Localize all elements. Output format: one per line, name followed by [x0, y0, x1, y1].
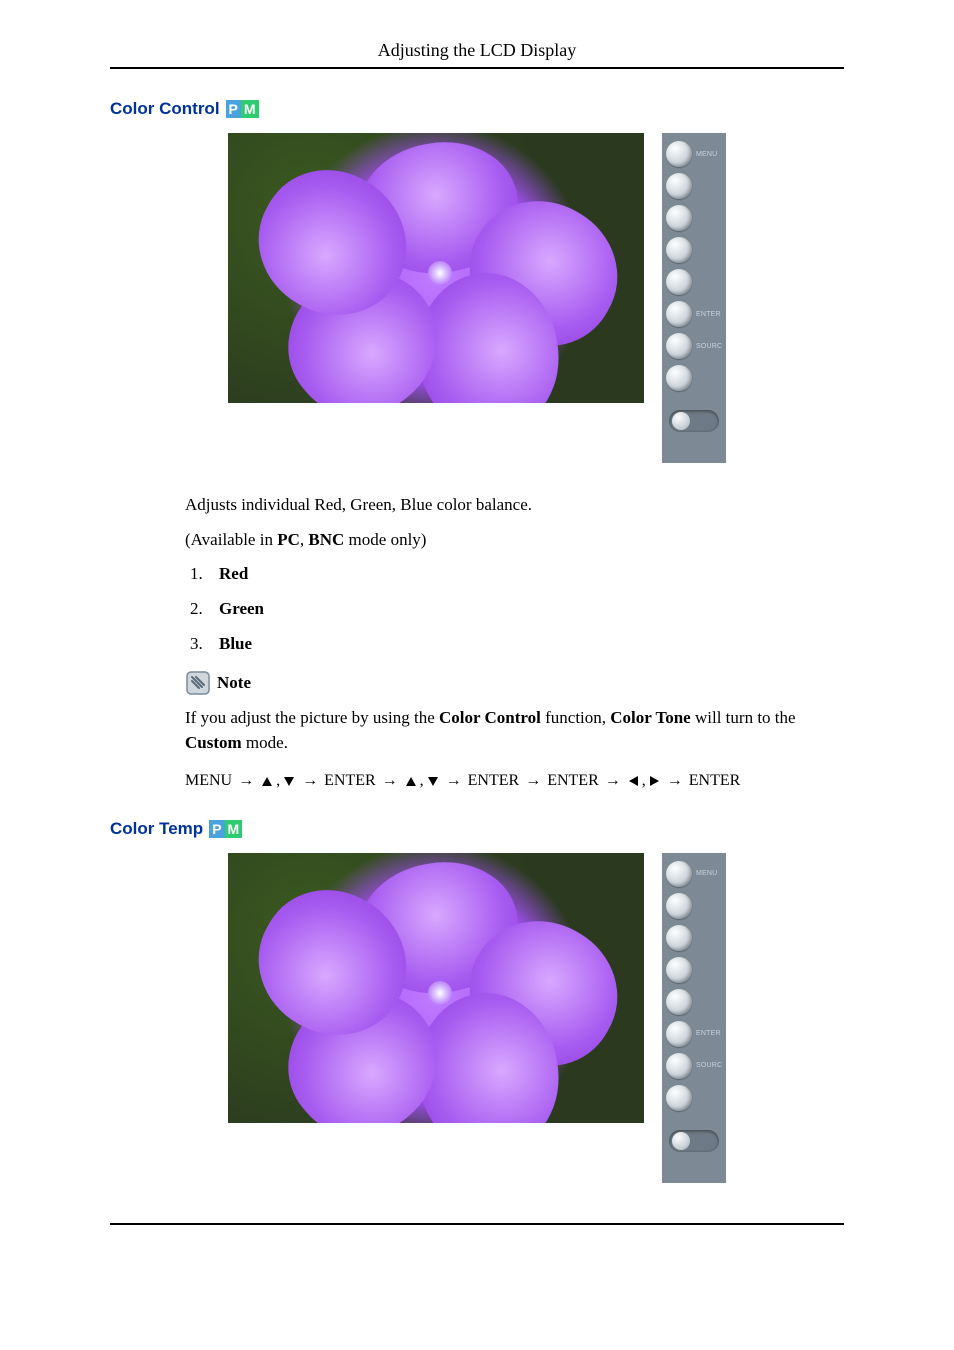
- section-heading-color-control: Color Control PM: [110, 99, 844, 119]
- enter-button-label: ENTER: [696, 1030, 721, 1037]
- heading-text: Color Temp: [110, 819, 203, 839]
- control-button-5[interactable]: [666, 269, 692, 295]
- control-button-8[interactable]: [666, 1085, 692, 1111]
- divider-bottom: [110, 1223, 844, 1225]
- badge-m: M: [225, 820, 243, 838]
- divider-top: [110, 67, 844, 69]
- power-toggle[interactable]: [669, 410, 719, 432]
- availability-text: (Available in PC, BNC mode only): [185, 528, 844, 553]
- right-icon: [650, 776, 659, 786]
- badge-p: P: [209, 820, 224, 838]
- control-button-8[interactable]: [666, 365, 692, 391]
- badge-p: P: [226, 100, 241, 118]
- control-button-2[interactable]: [666, 173, 692, 199]
- enter-button[interactable]: [666, 1021, 692, 1047]
- section-heading-color-temp: Color Temp PM: [110, 819, 844, 839]
- menu-button[interactable]: [666, 141, 692, 167]
- note-icon: [185, 670, 211, 696]
- osd-picture: [228, 853, 644, 1123]
- heading-text: Color Control: [110, 99, 220, 119]
- source-button-label: SOURCE: [696, 343, 722, 350]
- enter-button-label: ENTER: [696, 311, 721, 318]
- up-icon: [406, 777, 416, 786]
- osd-preview-block-2: MENU ENTER SOURCE: [110, 853, 844, 1183]
- control-button-3[interactable]: [666, 925, 692, 951]
- list-item-green: Green: [207, 597, 844, 622]
- osd-picture: [228, 133, 644, 403]
- control-button-3[interactable]: [666, 205, 692, 231]
- power-toggle[interactable]: [669, 1130, 719, 1152]
- source-button[interactable]: [666, 333, 692, 359]
- page-title: Adjusting the LCD Display: [110, 40, 844, 61]
- note-label: Note: [217, 671, 251, 696]
- control-button-5[interactable]: [666, 989, 692, 1015]
- control-strip: MENU ENTER SOURCE: [662, 853, 726, 1183]
- navigation-sequence: MENU → , → ENTER → , → ENTER → ENTER → ,…: [185, 769, 844, 792]
- osd-preview-block: MENU ENTER SOURCE: [110, 133, 844, 463]
- badge-m: M: [241, 100, 259, 118]
- pm-badge: PM: [209, 820, 242, 838]
- left-icon: [629, 776, 638, 786]
- up-icon: [262, 777, 272, 786]
- control-button-2[interactable]: [666, 893, 692, 919]
- control-strip: MENU ENTER SOURCE: [662, 133, 726, 463]
- color-list: Red Green Blue: [185, 562, 844, 656]
- menu-button-label: MENU: [696, 151, 717, 158]
- down-icon: [284, 777, 294, 786]
- down-icon: [428, 777, 438, 786]
- list-item-blue: Blue: [207, 632, 844, 657]
- source-button-label: SOURCE: [696, 1062, 722, 1069]
- description-text: Adjusts individual Red, Green, Blue colo…: [185, 493, 844, 518]
- enter-button[interactable]: [666, 301, 692, 327]
- pm-badge: PM: [226, 100, 259, 118]
- control-button-4[interactable]: [666, 237, 692, 263]
- menu-button[interactable]: [666, 861, 692, 887]
- list-item-red: Red: [207, 562, 844, 587]
- menu-button-label: MENU: [696, 870, 717, 877]
- source-button[interactable]: [666, 1053, 692, 1079]
- note-text: If you adjust the picture by using the C…: [185, 706, 844, 755]
- control-button-4[interactable]: [666, 957, 692, 983]
